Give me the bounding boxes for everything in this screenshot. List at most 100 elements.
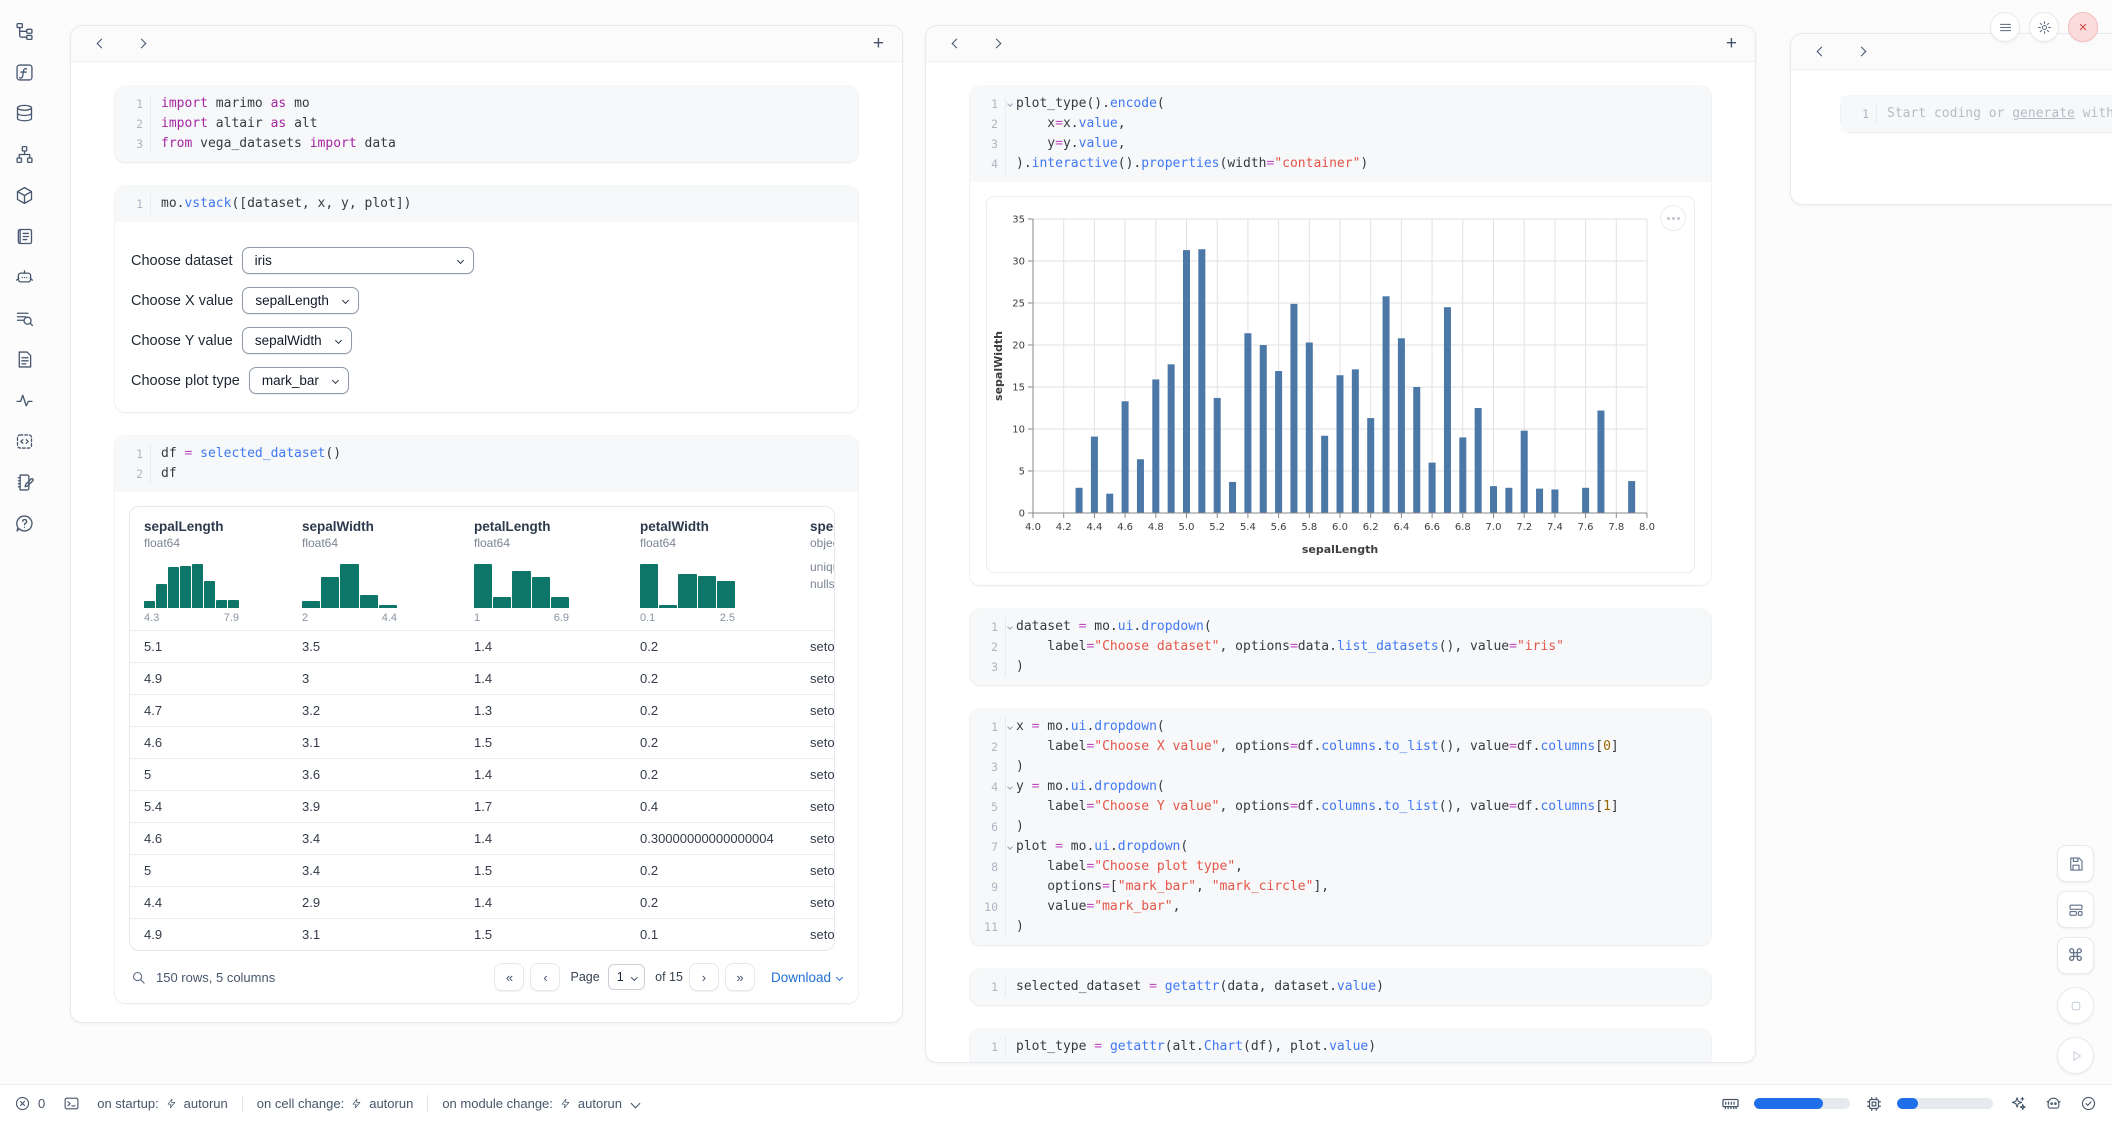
ai-sparkles-icon[interactable] [2008,1094,2028,1114]
search-icon[interactable] [131,970,146,985]
ram-icon [1721,1094,1740,1113]
generate-with-ai-link[interactable]: generate [2012,106,2075,121]
line-number: 4 [976,777,1006,797]
fold-chevron-icon[interactable] [1007,784,1013,790]
add-cell-button[interactable]: + [1726,34,1737,53]
code-editor[interactable]: 1dataset = mo.ui.dropdown(2 label="Choos… [970,609,1711,685]
menu-icon[interactable] [1990,12,2020,42]
column-header[interactable]: petalWidthfloat640.12.5 [626,507,796,630]
dependency-graph-icon[interactable] [11,141,37,167]
code-text: value="mark_bar", [1016,897,1180,917]
fold-chevron-icon[interactable] [1007,624,1013,630]
column-name[interactable]: sepalLength [144,519,274,534]
download-button[interactable]: Download [771,970,842,985]
code-text: ) [1016,917,1024,937]
column-name[interactable]: sepalWidth [302,519,446,534]
code-editor[interactable]: 1df = selected_dataset()2df [115,436,858,492]
code-text: ) [1016,657,1024,677]
last-page-button[interactable]: » [725,963,755,991]
table-row[interactable]: 5.43.91.70.4setosa [130,790,834,822]
datasources-icon[interactable] [11,100,37,126]
column-range: 4.37.9 [144,612,239,624]
help-icon[interactable] [11,510,37,536]
scratchpad-icon[interactable] [11,469,37,495]
snippets-icon[interactable] [11,428,37,454]
settings-gear-icon[interactable] [2029,12,2059,42]
collapse-left-icon[interactable] [1809,40,1833,64]
assistant-icon[interactable] [2043,1094,2063,1114]
table-row[interactable]: 4.93.11.50.1setosa [130,918,834,950]
x-value-select[interactable]: sepalLength [242,287,359,314]
column-header[interactable]: sepalWidthfloat6424.4 [288,507,460,630]
table-row[interactable]: 4.63.11.50.2setosa [130,726,834,758]
code-editor[interactable]: 1import marimo as mo2import altair as al… [115,86,858,162]
shutdown-close-icon[interactable]: × [2068,12,2098,42]
table-row[interactable]: 5.13.51.40.2setosa [130,630,834,662]
column-name[interactable]: species [810,519,835,534]
collapse-right-icon[interactable] [1849,40,1873,64]
file-explorer-icon[interactable] [11,18,37,44]
table-row[interactable]: 53.61.40.2setosa [130,758,834,790]
column-name[interactable]: petalLength [474,519,612,534]
empty-code-editor[interactable]: 1 Start coding or generate with AI [1841,96,2112,132]
code-text: label="Choose plot type", [1016,857,1243,877]
outline-icon[interactable] [11,223,37,249]
column-histogram [640,560,735,608]
collapse-right-icon[interactable] [129,32,153,56]
table-row[interactable]: 4.42.91.40.2setosa [130,886,834,918]
floating-actions: ⌘ [2057,845,2094,1074]
code-line: 3) [976,657,1701,677]
save-icon[interactable] [2057,845,2094,882]
plot-type-select[interactable]: mark_bar [249,367,349,394]
errors-indicator[interactable]: 0 [14,1095,45,1112]
functions-icon[interactable] [11,59,37,85]
column-name[interactable]: petalWidth [640,519,782,534]
code-editor[interactable]: 1x = mo.ui.dropdown(2 label="Choose X va… [970,709,1711,945]
packages-icon[interactable] [11,182,37,208]
on-startup-setting[interactable]: on startup: autorun [97,1096,228,1111]
chat-icon[interactable] [11,264,37,290]
fold-chevron-icon[interactable] [1007,101,1013,107]
add-cell-button[interactable]: + [873,34,884,53]
terminal-icon[interactable] [61,1094,81,1114]
grid-layout-icon[interactable] [2057,891,2094,928]
column-header[interactable]: petalLengthfloat6416.9 [460,507,626,630]
collapse-left-icon[interactable] [944,32,968,56]
next-page-button[interactable]: › [689,963,719,991]
command-palette-icon[interactable]: ⌘ [2057,937,2094,974]
table-row[interactable]: 4.931.40.2setosa [130,662,834,694]
table-cell: 5 [130,759,288,790]
collapse-right-icon[interactable] [984,32,1008,56]
first-page-button[interactable]: « [494,963,524,991]
code-editor[interactable]: 1selected_dataset = getattr(data, datase… [970,969,1711,1005]
table-row[interactable]: 53.41.50.2setosa [130,854,834,886]
code-editor[interactable]: 1plot_type().encode(2 x=x.value,3 y=y.va… [970,86,1711,182]
collapse-left-icon[interactable] [89,32,113,56]
table-row[interactable]: 4.63.41.40.30000000000000004setosa [130,822,834,854]
fold-chevron-icon[interactable] [1007,724,1013,730]
on-cell-change-setting[interactable]: on cell change: autorun [257,1096,414,1111]
vega-actions-icon[interactable] [1660,205,1686,231]
dataset-select[interactable]: iris [242,247,474,274]
svg-text:15: 15 [1012,383,1025,394]
tracing-icon[interactable] [11,387,37,413]
run-icon[interactable] [2057,1037,2094,1074]
altair-chart[interactable]: 4.04.24.44.64.85.05.25.45.65.86.06.26.46… [986,196,1695,573]
bar-chart-svg[interactable]: 4.04.24.44.64.85.05.25.45.65.86.06.26.46… [991,209,1661,561]
fold-chevron-icon[interactable] [1007,844,1013,850]
column-header[interactable]: sepalLengthfloat644.37.9 [130,507,288,630]
connection-ok-icon[interactable] [2078,1094,2098,1114]
logs-icon[interactable] [11,305,37,331]
code-text: df = selected_dataset() [161,444,341,464]
on-module-change-setting[interactable]: on module change: autorun [442,1096,639,1111]
code-editor[interactable]: 1mo.vstack([dataset, x, y, plot]) [115,186,858,222]
stop-icon[interactable] [2057,987,2094,1024]
page-select[interactable]: 1 [608,964,645,990]
table-row[interactable]: 4.73.21.30.2setosa [130,694,834,726]
code-editor[interactable]: 1plot_type = getattr(alt.Chart(df), plot… [970,1029,1711,1063]
column-header[interactable]: speciesobjectuniquenulls: [796,507,835,630]
prev-page-button[interactable]: ‹ [530,963,560,991]
table-cell: 0.2 [626,887,796,918]
y-value-select[interactable]: sepalWidth [242,327,352,354]
documentation-icon[interactable] [11,346,37,372]
